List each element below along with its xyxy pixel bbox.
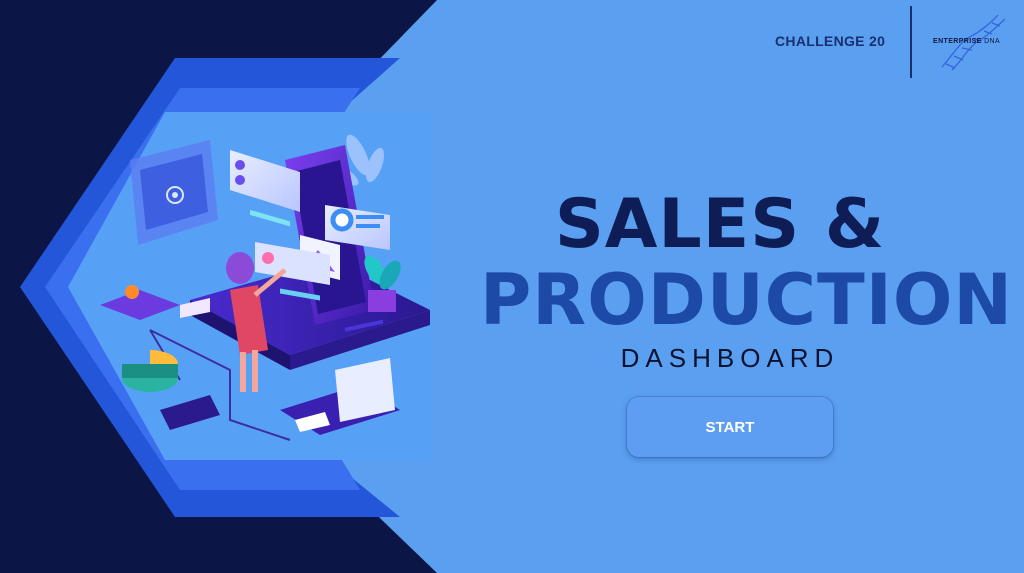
- enterprise-dna-logo-text: ENTERPRISE DNA: [933, 38, 1000, 45]
- logo-word-enterprise: ENTERPRISE: [933, 38, 982, 45]
- small-server-icon: [160, 395, 220, 430]
- logo-word-dna: DNA: [984, 38, 1001, 45]
- challenge-label: CHALLENGE 20: [775, 33, 886, 49]
- page-title-line1: SALES &: [554, 185, 886, 264]
- page-title-line2: PRODUCTION: [480, 259, 1013, 341]
- header-divider: [910, 6, 912, 78]
- page-subtitle: DASHBOARD: [620, 343, 840, 373]
- illustration: [100, 134, 430, 441]
- landing-page: CHALLENGE 20 ENTERPRISE DNA SALES & PROD…: [0, 0, 1024, 573]
- coin-button-icon: [100, 285, 210, 320]
- pie-chart-icon: [122, 350, 178, 392]
- start-button[interactable]: START: [627, 397, 833, 457]
- signal-card-icon: [130, 140, 218, 245]
